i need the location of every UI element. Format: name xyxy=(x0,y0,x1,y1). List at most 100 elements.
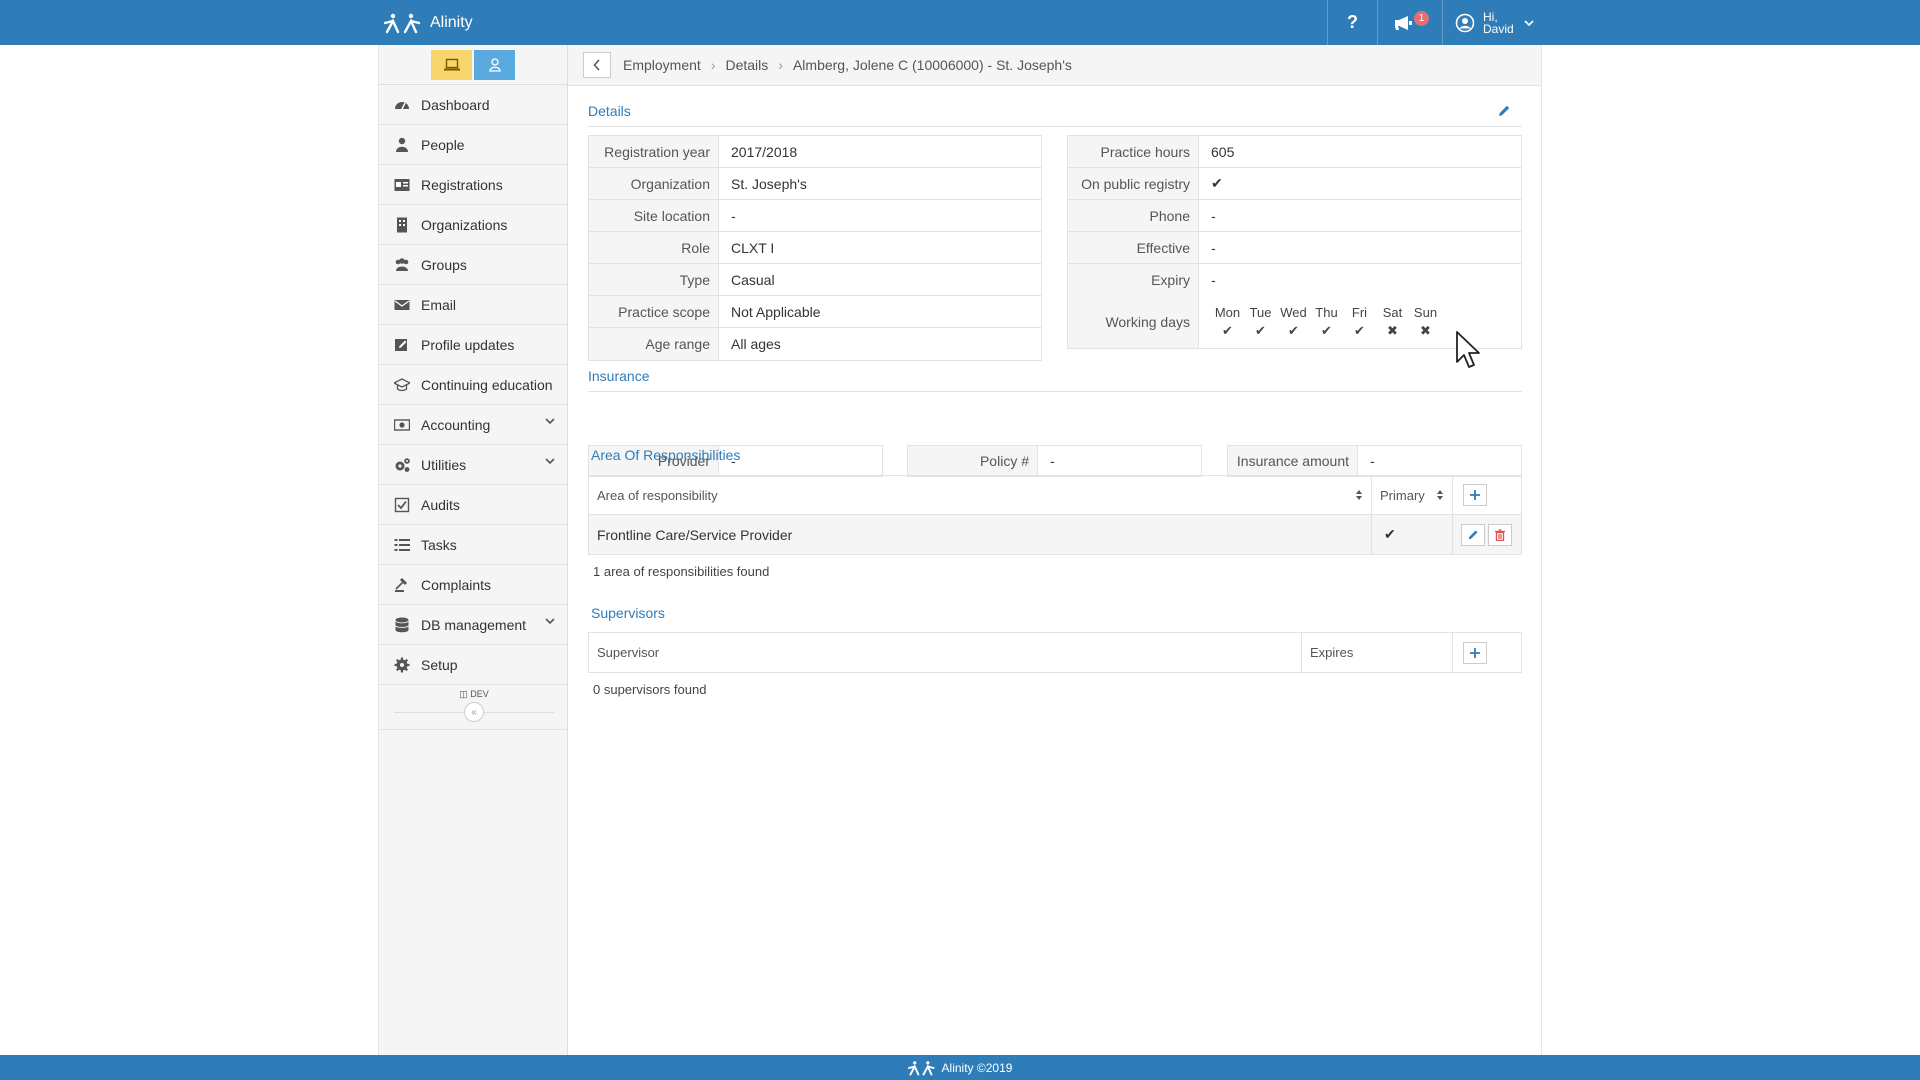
add-supervisor-button[interactable] xyxy=(1463,641,1487,664)
sidebar-item-label: Setup xyxy=(421,656,458,673)
supervisor-column-header[interactable]: Supervisor xyxy=(589,633,1302,672)
sidebar-item-continuing-education[interactable]: Continuing education xyxy=(379,365,567,405)
phone-value: - xyxy=(1211,207,1216,224)
table-header: Area of responsibility Primary xyxy=(589,476,1521,515)
sidebar-item-db-management[interactable]: DB management xyxy=(379,605,567,645)
envelope-icon xyxy=(391,297,413,313)
practice-hours-label: Practice hours xyxy=(1068,136,1199,167)
breadcrumb-current: Almberg, Jolene C (10006000) - St. Josep… xyxy=(792,57,1072,73)
registration-year-value: 2017/2018 xyxy=(731,143,798,160)
user-name: David xyxy=(1483,21,1514,36)
actions-column-header xyxy=(1453,633,1521,672)
day-label: Tue xyxy=(1249,305,1272,320)
sidebar-item-audits[interactable]: Audits xyxy=(379,485,567,525)
day-label: Mon xyxy=(1214,305,1241,320)
effective-label: Effective xyxy=(1068,232,1199,263)
money-icon xyxy=(391,417,413,433)
sidebar-item-setup[interactable]: Setup xyxy=(379,645,567,685)
sidebar-item-label: Utilities xyxy=(421,456,467,473)
delete-row-button[interactable] xyxy=(1488,523,1512,546)
edit-details-icon[interactable] xyxy=(1497,104,1511,118)
id-card-icon xyxy=(391,177,413,193)
working-day-sat: Sat ✖ xyxy=(1376,305,1409,339)
sidebar-item-tasks[interactable]: Tasks xyxy=(379,525,567,565)
breadcrumb-details[interactable]: Details xyxy=(725,57,768,73)
sidebar-item-accounting[interactable]: Accounting xyxy=(379,405,567,445)
practice-scope-value: Not Applicable xyxy=(731,303,821,320)
user-mode-button[interactable] xyxy=(474,49,515,80)
add-responsibility-button[interactable] xyxy=(1463,484,1487,506)
trash-icon xyxy=(1495,528,1505,541)
building-icon xyxy=(391,217,413,233)
collapse-sidebar-button[interactable]: « xyxy=(464,702,484,722)
sidebar-item-email[interactable]: Email xyxy=(379,285,567,325)
table-row[interactable]: Frontline Care/Service Provider ✔ xyxy=(589,515,1521,554)
sidebar-item-label: Profile updates xyxy=(421,336,515,353)
back-button[interactable] xyxy=(583,52,611,78)
insurance-amount-label: Insurance amount xyxy=(1228,446,1358,476)
phone-label: Phone xyxy=(1068,200,1199,231)
brand-logo[interactable]: Alinity xyxy=(384,0,473,45)
checkbox-icon xyxy=(391,497,413,513)
sidebar-item-people[interactable]: People xyxy=(379,125,567,165)
check-icon: ✔ xyxy=(1222,323,1233,338)
sidebar-item-label: DB management xyxy=(421,616,527,633)
database-small-icon: ◫ xyxy=(459,689,468,699)
day-label: Sat xyxy=(1382,305,1403,320)
user-menu[interactable]: Hi, David xyxy=(1442,0,1542,45)
sidebar-mode-toggle xyxy=(379,45,567,85)
working-days: Mon ✔ Tue ✔ Wed ✔ Thu ✔ Fri ✔ Sat ✖ Sun ✖ xyxy=(1199,296,1442,348)
policy-label: Policy # xyxy=(908,446,1038,476)
policy-value: - xyxy=(1050,453,1055,469)
pencil-icon xyxy=(1468,530,1478,539)
cross-icon: ✖ xyxy=(1387,323,1398,338)
expiry-value: - xyxy=(1211,272,1216,288)
chevron-down-icon xyxy=(545,458,555,465)
laptop-mode-button[interactable] xyxy=(431,49,472,80)
role-value: CLXT I xyxy=(731,239,775,256)
sidebar-item-registrations[interactable]: Registrations xyxy=(379,165,567,205)
users-icon xyxy=(391,257,413,273)
sidebar-item-label: Audits xyxy=(421,496,460,513)
area-column-header[interactable]: Area of responsibility xyxy=(589,476,1372,514)
sidebar-item-complaints[interactable]: Complaints xyxy=(379,565,567,605)
breadcrumb: Employment › Details › Almberg, Jolene C… xyxy=(568,45,1541,86)
detail-row-practice-scope: Practice scope Not Applicable xyxy=(589,296,1041,328)
supervisors-table: Supervisor Expires xyxy=(588,632,1522,673)
sidebar-item-groups[interactable]: Groups xyxy=(379,245,567,285)
breadcrumb-employment[interactable]: Employment xyxy=(623,57,701,73)
expires-column-header[interactable]: Expires xyxy=(1302,633,1453,672)
detail-row-organization: Organization St. Joseph's xyxy=(589,168,1041,200)
sidebar-item-organizations[interactable]: Organizations xyxy=(379,205,567,245)
notification-badge: 1 xyxy=(1414,11,1429,26)
dashboard-icon xyxy=(391,97,413,113)
sidebar-item-utilities[interactable]: Utilities xyxy=(379,445,567,485)
organization-label: Organization xyxy=(589,168,719,199)
help-icon: ? xyxy=(1347,12,1358,32)
chevron-down-icon xyxy=(1524,19,1534,26)
megaphone-icon xyxy=(1395,15,1412,30)
sidebar-item-label: Dashboard xyxy=(421,96,490,113)
help-button[interactable]: ? xyxy=(1327,0,1377,45)
sidebar-item-dashboard[interactable]: Dashboard xyxy=(379,85,567,125)
plus-icon xyxy=(1470,490,1480,500)
details-title: Details xyxy=(588,103,631,119)
type-label: Type xyxy=(589,264,719,295)
actions-column-header xyxy=(1453,476,1521,514)
details-left-table: Registration year 2017/2018 Organization St… xyxy=(588,135,1042,361)
edit-row-button[interactable] xyxy=(1461,523,1485,546)
working-day-sun: Sun ✖ xyxy=(1409,305,1442,339)
alinity-logo-icon xyxy=(907,1060,935,1075)
sort-icon xyxy=(1356,490,1362,500)
main-content: Employment › Details › Almberg, Jolene C… xyxy=(568,45,1542,1055)
sidebar-item-label: People xyxy=(421,136,465,153)
insurance-amount-value: - xyxy=(1370,453,1375,469)
user-greeting: Hi, xyxy=(1483,9,1498,24)
primary-column-header[interactable]: Primary xyxy=(1372,476,1453,514)
practice-scope-label: Practice scope xyxy=(589,296,719,327)
check-icon: ✔ xyxy=(1288,323,1299,338)
announcements-button[interactable]: 1 xyxy=(1377,0,1442,45)
details-right-table: Practice hours 605 On public registry ✔ Phon… xyxy=(1067,135,1522,349)
sidebar-item-profile-updates[interactable]: Profile updates xyxy=(379,325,567,365)
chevron-down-icon xyxy=(545,618,555,625)
